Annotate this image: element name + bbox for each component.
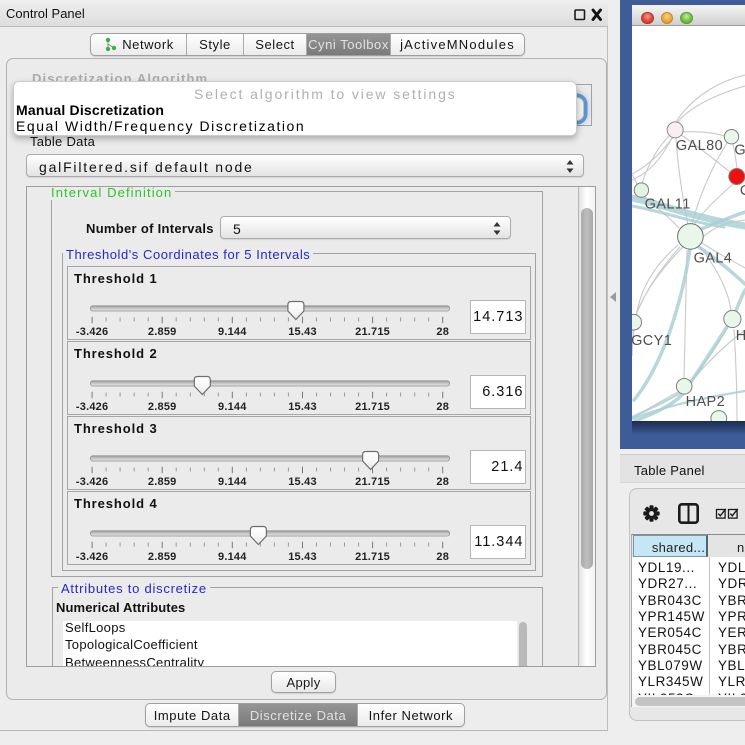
svg-text:GAL4: GAL4 (694, 251, 733, 267)
svg-text:HAP2: HAP2 (686, 394, 725, 410)
svg-text:9.144: 9.144 (218, 476, 247, 488)
svg-text:15.43: 15.43 (288, 551, 317, 563)
svg-text:GA: GA (734, 142, 745, 158)
svg-text:GCY1: GCY1 (632, 333, 672, 349)
svg-text:9.144: 9.144 (218, 326, 247, 338)
svg-text:28: 28 (436, 401, 449, 413)
svg-text:28: 28 (436, 551, 449, 563)
svg-text:-3.426: -3.426 (76, 551, 108, 563)
svg-text:21.715: 21.715 (355, 476, 390, 488)
svg-text:9.144: 9.144 (218, 401, 247, 413)
svg-text:21.715: 21.715 (355, 401, 390, 413)
svg-text:21.715: 21.715 (355, 326, 390, 338)
svg-text:-3.426: -3.426 (76, 476, 108, 488)
svg-text:2.859: 2.859 (148, 551, 177, 563)
svg-text:2.859: 2.859 (148, 401, 177, 413)
svg-text:GAL11: GAL11 (645, 197, 691, 213)
svg-text:15.43: 15.43 (288, 401, 317, 413)
svg-text:-3.426: -3.426 (76, 401, 108, 413)
svg-text:-3.426: -3.426 (76, 326, 108, 338)
svg-text:9.144: 9.144 (218, 551, 247, 563)
svg-text:GAL80: GAL80 (676, 138, 723, 154)
svg-text:15.43: 15.43 (288, 476, 317, 488)
svg-text:15.43: 15.43 (288, 326, 317, 338)
svg-text:2.859: 2.859 (148, 326, 177, 338)
svg-text:28: 28 (436, 476, 449, 488)
svg-text:C: C (740, 183, 745, 199)
svg-text:H: H (736, 328, 745, 344)
svg-text:28: 28 (436, 326, 449, 338)
svg-text:2.859: 2.859 (148, 476, 177, 488)
svg-text:21.715: 21.715 (355, 551, 390, 563)
